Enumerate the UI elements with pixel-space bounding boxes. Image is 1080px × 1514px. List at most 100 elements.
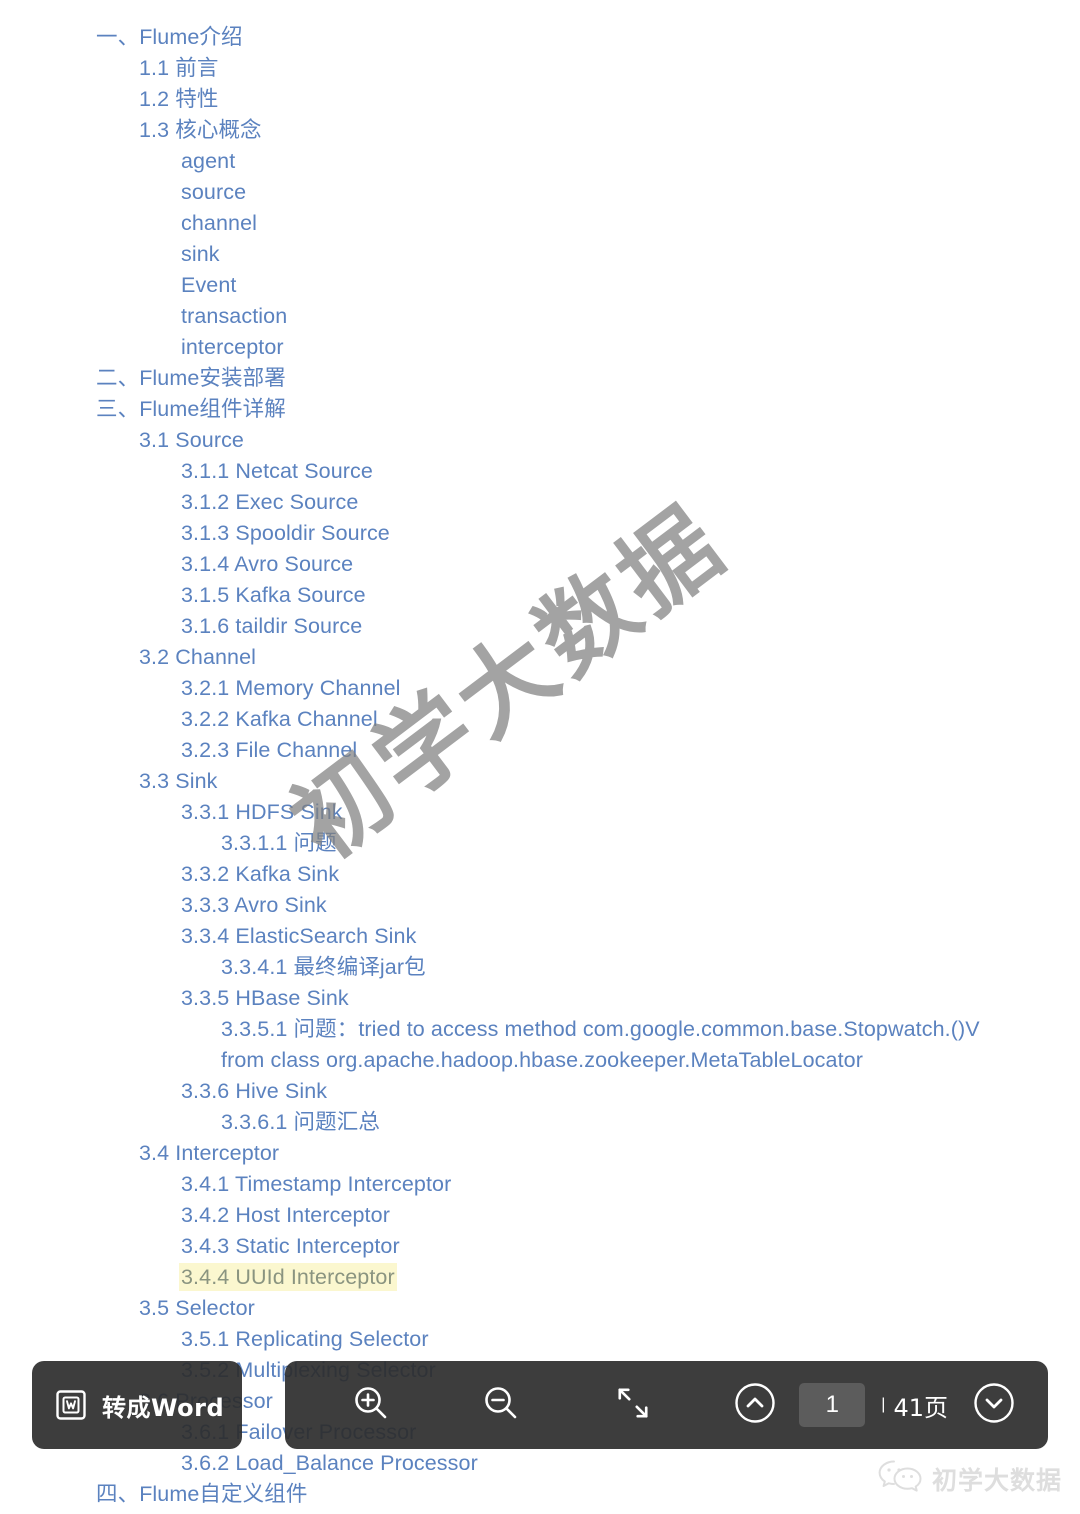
toc-entry[interactable]: 3.4 Interceptor [0,1138,1080,1169]
toc-entry[interactable]: 3.2 Channel [0,642,1080,673]
toc-entry[interactable]: sink [0,239,1080,270]
toc-entry-label: channel [181,211,258,235]
previous-page-button[interactable] [727,1377,783,1433]
toc-entry-label: 3.2.3 File Channel [181,738,358,762]
toc-entry[interactable]: 3.4.3 Static Interceptor [0,1231,1080,1262]
toc-entry[interactable]: 3.1 Source [0,425,1080,456]
toc-entry[interactable]: 3.3.5.1 问题：tried to access method com.go… [0,1014,1080,1076]
viewer-toolbar: | 41页 [285,1361,1048,1449]
toc-entry[interactable]: 3.4.1 Timestamp Interceptor [0,1169,1080,1200]
toc-entry[interactable]: 3.3.3 Avro Sink [0,890,1080,921]
fullscreen-icon [616,1386,650,1425]
toc-entry-label: 四、Flume自定义组件 [96,1482,308,1506]
toc-entry[interactable]: 3.4.2 Host Interceptor [0,1200,1080,1231]
document-page: 一、Flume介绍 1.1 前言 1.2 特性 1.3 核心概念 agent source… [0,0,1080,1514]
toc-entry[interactable]: 1.2 特性 [0,84,1080,115]
toc-entry-label: Event [181,273,237,297]
toc-entry-label: 一、Flume介绍 [96,25,243,49]
toc-entry[interactable]: 3.3.1 HDFS Sink [0,797,1080,828]
toc-entry[interactable]: transaction [0,301,1080,332]
toc-entry-label: 3.1.2 Exec Source [181,490,359,514]
toc-entry-label: 1.3 核心概念 [139,118,262,142]
toc-entry-label: 3.5.1 Replicating Selector [181,1327,429,1351]
page-number-input[interactable] [799,1383,866,1427]
zoom-out-icon [481,1383,521,1428]
toc-entry-label: 3.4 Interceptor [139,1141,280,1165]
chevron-up-circle-icon [734,1382,776,1429]
toc-entry-label: 3.3.5 HBase Sink [181,986,349,1010]
toc-entry[interactable]: 3.2.1 Memory Channel [0,673,1080,704]
zoom-in-button[interactable] [343,1377,399,1433]
toc-entry[interactable]: 3.1.1 Netcat Source [0,456,1080,487]
toc-entry-label: 3.2.1 Memory Channel [181,676,401,700]
toc-entry-label: source [181,180,247,204]
toc-entry[interactable]: 3.3 Sink [0,766,1080,797]
toc-entry[interactable]: 3.3.5 HBase Sink [0,983,1080,1014]
toc-entry[interactable]: 3.3.4.1 最终编译jar包 [0,952,1080,983]
toc-entry-label: 1.1 前言 [139,56,219,80]
toc-entry-label: 三、Flume组件详解 [96,397,286,421]
toc-entry[interactable]: 一、Flume介绍 [0,22,1080,53]
toc-entry[interactable]: 1.1 前言 [0,53,1080,84]
toc-entry-label: 1.2 特性 [139,87,219,111]
toc-entry[interactable]: 3.3.6.1 问题汇总 [0,1107,1080,1138]
toc-entry[interactable]: 3.1.3 Spooldir Source [0,518,1080,549]
toc-entry-label: sink [181,242,220,266]
page-separator: | [881,1396,886,1413]
toc-entry[interactable]: 3.2.2 Kafka Channel [0,704,1080,735]
toc-entry[interactable]: 3.1.2 Exec Source [0,487,1080,518]
toc-entry-label: 二、Flume安装部署 [96,366,286,390]
toc-entry-label: 3.3.5.1 问题：tried to access method com.go… [221,1017,986,1072]
toc-entry-label: 3.6.2 Load_Balance Processor [181,1451,478,1475]
toc-entry-label: 3.3.1.1 问题 [221,831,337,855]
toc-entry[interactable]: 3.1.4 Avro Source [0,549,1080,580]
toc-entry[interactable]: agent [0,146,1080,177]
toc-entry[interactable]: 3.3.4 ElasticSearch Sink [0,921,1080,952]
toc-entry-label: 3.4.2 Host Interceptor [181,1203,390,1227]
toc-entry[interactable]: 3.3.2 Kafka Sink [0,859,1080,890]
toc-entry[interactable]: 二、Flume安装部署 [0,363,1080,394]
brand-name: 初学大数据 [931,1465,1062,1495]
toc-entry-label: 3.4.3 Static Interceptor [181,1234,400,1258]
toc-entry[interactable]: 3.3.6 Hive Sink [0,1076,1080,1107]
toc-entry[interactable]: 3.5 Selector [0,1293,1080,1324]
toc-entry[interactable]: 3.4.4 UUId Interceptor [0,1262,1080,1293]
toc-entry[interactable]: 1.3 核心概念 [0,115,1080,146]
toc-entry-label: 3.1.5 Kafka Source [181,583,366,607]
toc-entry-label: 3.3.6.1 问题汇总 [221,1110,380,1134]
toc-entry-label: 3.3.4.1 最终编译jar包 [221,955,426,979]
toc-entry-label: interceptor [181,335,284,359]
zoom-out-button[interactable] [473,1377,529,1433]
toc-entry-label: 3.1.6 taildir Source [181,614,363,638]
toc-entry-label: 3.3.3 Avro Sink [181,893,327,917]
toc-entry-label: agent [181,149,236,173]
toc-entry-label: 3.3.4 ElasticSearch Sink [181,924,417,948]
toc-entry[interactable]: source [0,177,1080,208]
convert-to-word-label: 转成Word [102,1393,225,1422]
toc-entry[interactable]: 3.3.1.1 问题 [0,828,1080,859]
toc-entry[interactable]: 3.2.3 File Channel [0,735,1080,766]
toc-entry-label: 3.2.2 Kafka Channel [181,707,378,731]
toc-entry[interactable]: interceptor [0,332,1080,363]
table-of-contents: 一、Flume介绍 1.1 前言 1.2 特性 1.3 核心概念 agent source… [0,22,1080,1510]
toc-entry[interactable]: Event [0,270,1080,301]
convert-to-word-button[interactable]: 转成Word [32,1361,242,1449]
brand-watermark: 初学大数据 [877,1458,1062,1499]
toc-entry-label: transaction [181,304,288,328]
toc-entry-label: 3.5 Selector [139,1296,255,1320]
next-page-button[interactable] [966,1377,1022,1433]
toc-entry-label: 3.1 Source [139,428,244,452]
toc-entry[interactable]: channel [0,208,1080,239]
wechat-icon [877,1458,923,1499]
toc-entry[interactable]: 3.1.5 Kafka Source [0,580,1080,611]
toc-entry[interactable]: 3.5.1 Replicating Selector [0,1324,1080,1355]
toc-entry[interactable]: 三、Flume组件详解 [0,394,1080,425]
toc-entry-label: 3.3.6 Hive Sink [181,1079,328,1103]
fullscreen-button[interactable] [605,1377,661,1433]
toc-entry-label: 3.4.1 Timestamp Interceptor [181,1172,452,1196]
toc-entry[interactable]: 3.1.6 taildir Source [0,611,1080,642]
page-total-label: 41页 [893,1393,948,1422]
page-navigation: | 41页 [727,1377,1022,1433]
toc-entry-label: 3.3 Sink [139,769,218,793]
toc-entry-label: 3.1.4 Avro Source [181,552,354,576]
